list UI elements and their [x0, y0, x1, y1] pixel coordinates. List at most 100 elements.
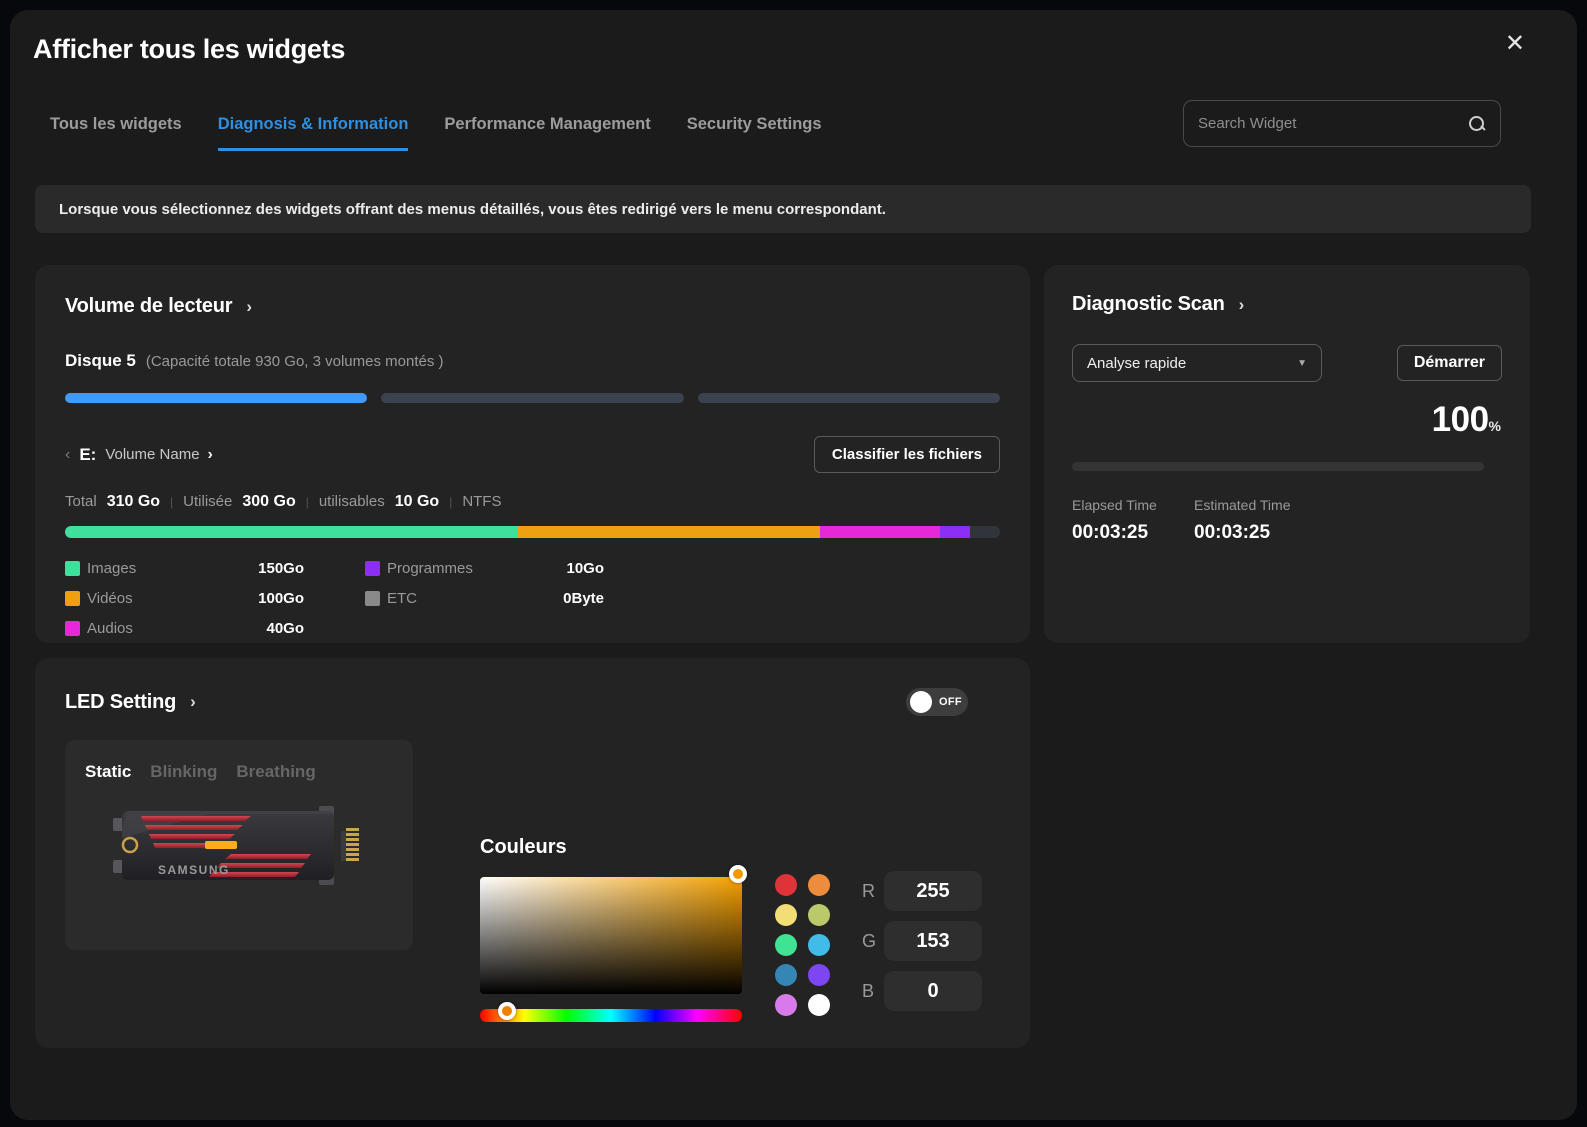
usage-segment-images [65, 526, 518, 538]
used-label: Utilisée [183, 493, 232, 510]
search-icon[interactable] [1468, 115, 1486, 133]
led-setting-card: LED Setting › OFF Static Blinking Breath… [35, 658, 1030, 1048]
swatch-white[interactable] [808, 994, 830, 1016]
mode-tab-static[interactable]: Static [85, 762, 131, 782]
elapsed-time-label: Elapsed Time [1072, 497, 1194, 513]
swatch-sky-blue[interactable] [808, 934, 830, 956]
led-card-title: LED Setting [65, 691, 176, 714]
scan-type-select[interactable]: Analyse rapide ▼ [1072, 344, 1322, 382]
swatch-yellow[interactable] [775, 904, 797, 926]
tab-bar: Tous les widgets Diagnosis & Information… [50, 115, 822, 151]
free-value: 10 Go [395, 493, 439, 511]
mode-tab-blinking[interactable]: Blinking [150, 762, 217, 782]
classify-files-button[interactable]: Classifier les fichiers [814, 436, 1000, 473]
swatch-yellow-green[interactable] [808, 904, 830, 926]
search-input[interactable] [1198, 115, 1468, 132]
widgets-modal: Afficher tous les widgets ✕ Tous les wid… [10, 10, 1577, 1120]
legend-value: 150Go [229, 560, 304, 577]
legend-label: ETC [387, 590, 522, 607]
usage-legend: Images 150Go Vidéos 100Go Audios 40Go Pr… [65, 553, 1000, 643]
legend-item-videos: Vidéos 100Go [65, 583, 365, 613]
legend-swatch-videos [65, 591, 80, 606]
legend-item-etc: ETC 0Byte [365, 583, 665, 613]
swatch-orchid[interactable] [775, 994, 797, 1016]
led-toggle[interactable]: OFF [906, 688, 968, 716]
tab-security-settings[interactable]: Security Settings [687, 115, 822, 151]
volume-stats: Total 310 Go | Utilisée 300 Go | utilisa… [65, 493, 1000, 511]
swatch-steel-blue[interactable] [775, 964, 797, 986]
volume-bar-active[interactable] [65, 393, 367, 403]
swatch-orange[interactable] [808, 874, 830, 896]
rgb-fields: R G B [862, 871, 982, 1021]
hue-slider[interactable] [480, 1009, 742, 1022]
ssd-brand-text: SAMSUNG [158, 863, 230, 877]
estimated-time-value: 00:03:25 [1194, 522, 1290, 544]
toggle-knob [910, 691, 932, 713]
toggle-state-label: OFF [939, 696, 962, 708]
swatch-purple[interactable] [808, 964, 830, 986]
hue-slider-knob[interactable] [498, 1002, 516, 1020]
percent-sign: % [1489, 418, 1501, 434]
next-volume-icon[interactable]: › [208, 446, 213, 464]
legend-item-programmes: Programmes 10Go [365, 553, 665, 583]
estimated-time-label: Estimated Time [1194, 497, 1290, 513]
tab-tous-les-widgets[interactable]: Tous les widgets [50, 115, 182, 151]
prev-volume-icon[interactable]: ‹ [65, 446, 70, 464]
swatch-green[interactable] [775, 934, 797, 956]
colors-title: Couleurs [480, 836, 567, 859]
color-swatches [775, 874, 830, 1016]
led-mode-panel: Static Blinking Breathing [65, 740, 413, 950]
legend-swatch-audios [65, 621, 80, 636]
close-icon[interactable]: ✕ [1505, 32, 1525, 56]
total-value: 310 Go [107, 493, 160, 511]
volume-bar[interactable] [698, 393, 1000, 403]
notice-text: Lorsque vous sélectionnez des widgets of… [59, 201, 886, 218]
diagnostic-card-title: Diagnostic Scan [1072, 293, 1225, 316]
volume-card-chevron-icon[interactable]: › [246, 297, 252, 317]
disk-name: Disque 5 [65, 351, 136, 371]
tab-diagnosis-information[interactable]: Diagnosis & Information [218, 115, 409, 151]
free-label: utilisables [319, 493, 385, 510]
search-widget-box [1183, 100, 1501, 147]
legend-value: 100Go [229, 590, 304, 607]
legend-value: 0Byte [529, 590, 604, 607]
color-gradient-picker[interactable] [480, 877, 742, 994]
usage-segment-videos [518, 526, 820, 538]
legend-item-audios: Audios 40Go [65, 613, 365, 643]
legend-label: Audios [87, 620, 222, 637]
separator: | [306, 495, 309, 509]
separator: | [449, 495, 452, 509]
usage-bar [65, 526, 1000, 538]
volume-bars [65, 393, 1000, 403]
legend-swatch-etc [365, 591, 380, 606]
scan-progress-bar [1072, 462, 1484, 471]
diagnostic-scan-card: Diagnostic Scan › Analyse rapide ▼ Démar… [1044, 265, 1530, 643]
legend-value: 40Go [229, 620, 304, 637]
scan-type-value: Analyse rapide [1087, 355, 1297, 372]
blue-field[interactable] [884, 971, 982, 1011]
green-label: G [862, 931, 884, 952]
legend-label: Programmes [387, 560, 522, 577]
blue-label: B [862, 981, 884, 1002]
percent-value: 100 [1432, 400, 1489, 439]
volume-card: Volume de lecteur › Disque 5 (Capacité t… [35, 265, 1030, 643]
legend-swatch-programmes [365, 561, 380, 576]
volume-bar[interactable] [381, 393, 683, 403]
chevron-down-icon: ▼ [1297, 358, 1307, 369]
swatch-red[interactable] [775, 874, 797, 896]
disk-capacity-info: (Capacité totale 930 Go, 3 volumes monté… [146, 353, 444, 370]
start-scan-button[interactable]: Démarrer [1397, 345, 1502, 381]
notice-banner: Lorsque vous sélectionnez des widgets of… [35, 185, 1531, 233]
green-field[interactable] [884, 921, 982, 961]
tab-performance-management[interactable]: Performance Management [444, 115, 650, 151]
volume-name: Volume Name [105, 446, 199, 463]
diagnostic-card-chevron-icon[interactable]: › [1239, 295, 1245, 315]
usage-segment-audios [820, 526, 941, 538]
gradient-cursor[interactable] [729, 865, 747, 883]
separator: | [170, 495, 173, 509]
led-card-chevron-icon[interactable]: › [190, 692, 196, 712]
red-field[interactable] [884, 871, 982, 911]
mode-tab-breathing[interactable]: Breathing [236, 762, 315, 782]
total-label: Total [65, 493, 97, 510]
legend-swatch-images [65, 561, 80, 576]
